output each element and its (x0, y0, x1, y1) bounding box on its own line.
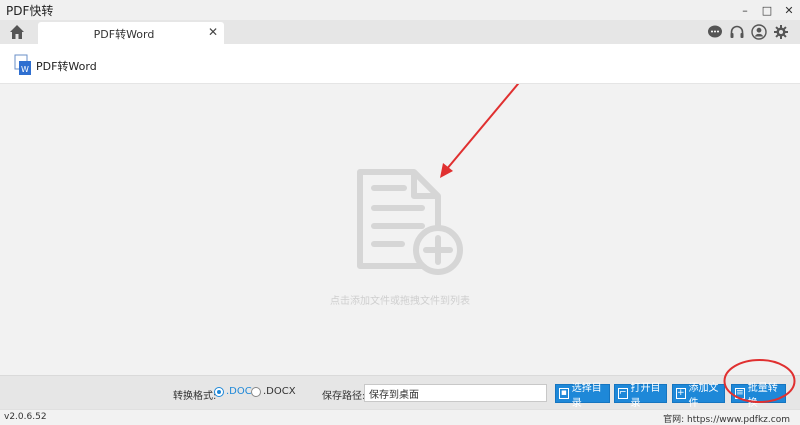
window-title: PDF快转 (6, 3, 54, 18)
chat-icon[interactable] (706, 23, 724, 41)
tool-header: W PDF转Word (0, 44, 800, 84)
version-text: v2.0.6.52 (4, 412, 47, 422)
radio-dot (214, 386, 224, 397)
save-path-input[interactable] (364, 384, 547, 402)
open-dir-button[interactable]: ⌐ 打开目录 (614, 383, 667, 409)
format-doc-label: .DOC (226, 386, 252, 397)
convert-icon: ≡ (735, 388, 745, 399)
status-bar: v2.0.6.52 官网: https://www.pdfkz.com (0, 409, 800, 425)
plus-icon: + (676, 388, 686, 399)
title-bar: PDF快转 – □ ✕ (0, 0, 800, 20)
bottom-toolbar: 转换格式: .DOC .DOCX 保存路径: ▪ 选择目录 ⌐ 打开目录 + 添… (0, 375, 800, 409)
save-path-label: 保存路径: (322, 391, 366, 402)
close-button[interactable]: ✕ (778, 0, 800, 20)
top-right-icons (706, 23, 790, 41)
select-dir-label: 选择目录 (571, 382, 602, 409)
format-docx-radio[interactable]: .DOCX (251, 386, 296, 397)
batch-convert-label: 批量转换 (747, 382, 778, 409)
website-text: 官网: https://www.pdfkz.com (663, 412, 790, 425)
svg-text:W: W (21, 65, 29, 74)
select-dir-button[interactable]: ▪ 选择目录 (555, 383, 610, 409)
radio-dot (251, 386, 261, 397)
save-icon: ▪ (559, 388, 569, 399)
format-doc-radio[interactable]: .DOC (214, 386, 252, 397)
add-file-button[interactable]: + 添加文件 (672, 383, 725, 409)
tab-close-icon[interactable]: ✕ (208, 25, 218, 39)
user-icon[interactable] (750, 23, 768, 41)
batch-convert-button[interactable]: ≡ 批量转换 (731, 383, 786, 409)
maximize-button[interactable]: □ (756, 0, 778, 20)
tool-name: PDF转Word (36, 60, 97, 73)
home-icon[interactable] (8, 23, 26, 41)
format-label: 转换格式: (173, 391, 217, 402)
format-docx-label: .DOCX (263, 386, 296, 397)
open-dir-label: 打开目录 (630, 382, 661, 409)
add-file-label: 添加文件 (688, 382, 719, 409)
folder-icon: ⌐ (618, 388, 628, 399)
add-file-icon (357, 169, 463, 275)
website-label: 官网: (663, 415, 685, 425)
tab-pdf-to-word[interactable]: PDF转Word ✕ (38, 22, 224, 44)
tab-label: PDF转Word (93, 28, 155, 41)
gear-icon[interactable] (772, 23, 790, 41)
headset-icon[interactable] (728, 23, 746, 41)
pdf-to-word-icon: W (14, 54, 31, 75)
tab-bar: PDF转Word ✕ (0, 20, 800, 44)
file-drop-area[interactable]: 点击添加文件或拖拽文件到列表 (0, 84, 800, 375)
minimize-button[interactable]: – (734, 0, 756, 20)
website-url[interactable]: https://www.pdfkz.com (687, 415, 790, 425)
window-controls: – □ ✕ (734, 0, 800, 20)
drop-hint: 点击添加文件或拖拽文件到列表 (330, 296, 470, 307)
